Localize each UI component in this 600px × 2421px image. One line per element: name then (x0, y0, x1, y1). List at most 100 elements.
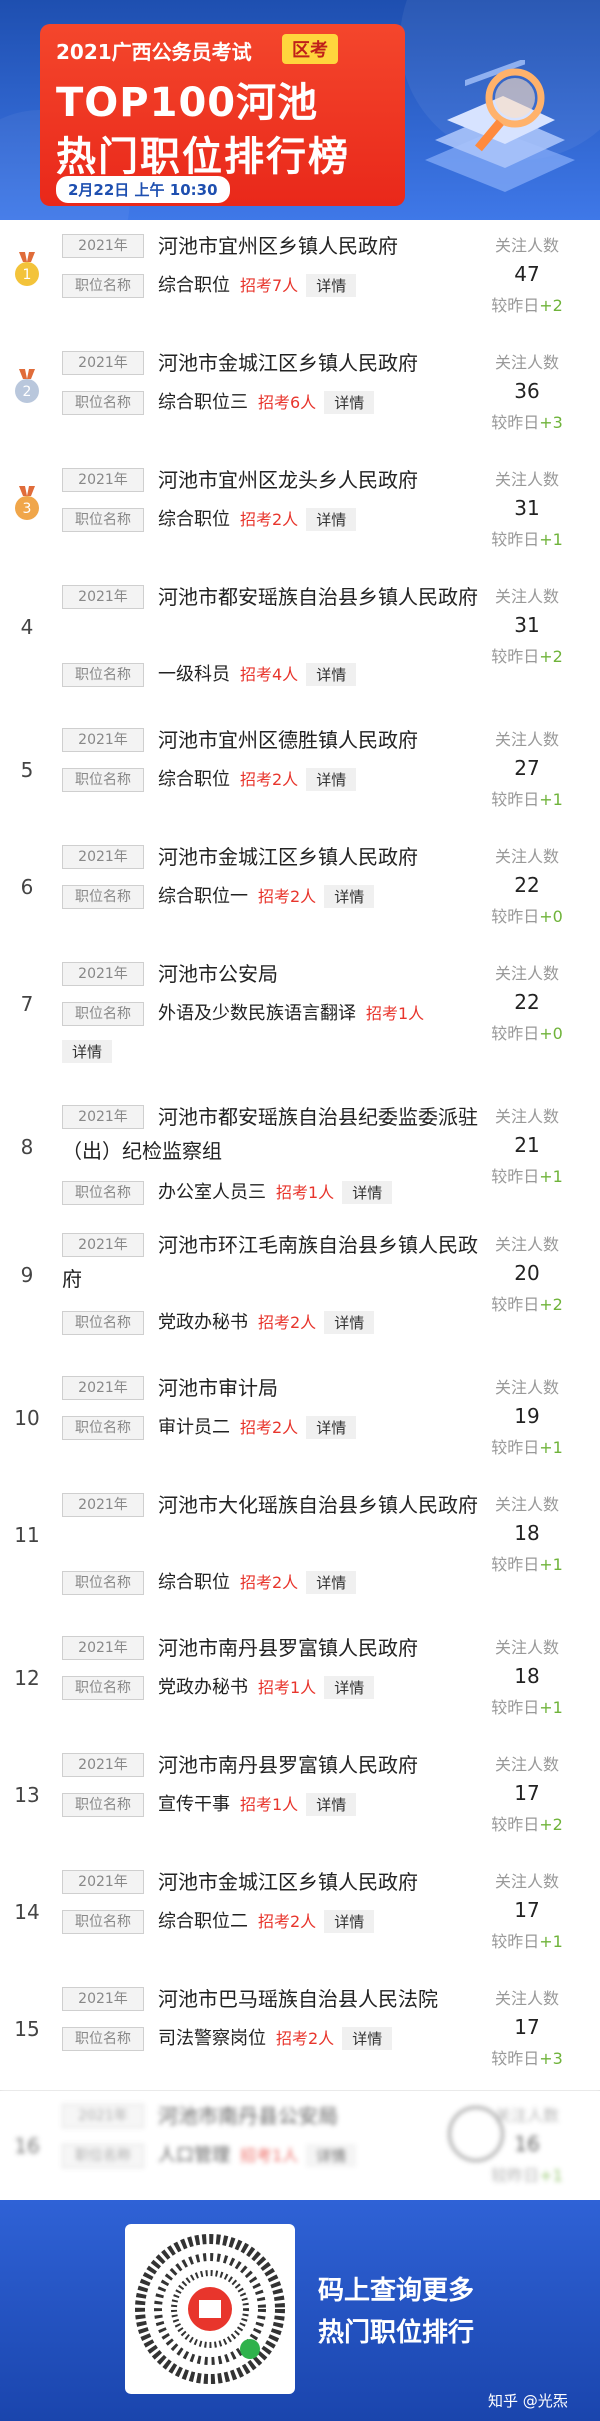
detail-button[interactable]: 详情 (342, 1181, 393, 1204)
follower-count: 18 (514, 1521, 540, 1545)
rank-number: 2 (23, 384, 32, 400)
position-label: 职位名称 (62, 1181, 144, 1205)
year-badge: 2021年 (62, 728, 144, 752)
detail-button: 详情 (306, 2144, 357, 2167)
daily-change: 较昨日+1 (491, 2166, 563, 2185)
ranking-row-10[interactable]: 10 2021年 河池市审计局 职位名称 审计员二 招考2人 详情 关注人数 19 … (0, 1362, 600, 1480)
organization-name: 河池市金城江区乡镇人民政府 (158, 1870, 418, 1894)
detail-button[interactable]: 详情 (306, 274, 357, 297)
zhihu-watermark: 知乎 @光炁 (488, 2392, 568, 2410)
ranking-row-16-blurred: 16 2021年 河池市南丹县公安局 职位名称 人口管理 招考1人 详情 关注人数 … (0, 2090, 600, 2200)
followers-label: 关注人数 (494, 730, 559, 749)
position-label: 职位名称 (62, 2144, 144, 2168)
recruit-count: 招考4人 (240, 665, 299, 684)
position-label: 职位名称 (62, 1002, 144, 1026)
recruit-count: 招考2人 (240, 1573, 299, 1592)
region-tag: 区考 (282, 34, 338, 64)
rank-number: 11 (14, 1523, 40, 1547)
detail-button[interactable]: 详情 (306, 508, 357, 531)
daily-change: 较昨日+0 (491, 1024, 563, 1043)
organization-name: 河池市环江毛南族自治县乡镇人民政府 (62, 1233, 478, 1291)
followers-label: 关注人数 (494, 2106, 559, 2125)
detail-button[interactable]: 详情 (306, 1416, 357, 1439)
daily-change: 较昨日+1 (491, 1555, 563, 1574)
ranking-row-2[interactable]: 2 2021年 河池市金城江区乡镇人民政府 职位名称 综合职位三 招考6人 详情 关… (0, 337, 600, 455)
ranking-row-5[interactable]: 5 2021年 河池市宜州区德胜镇人民政府 职位名称 综合职位 招考2人 详情 关注… (0, 714, 600, 832)
position-label: 职位名称 (62, 1793, 144, 1817)
followers-label: 关注人数 (494, 587, 559, 606)
position-line: 综合职位三 招考6人 详情 (158, 388, 375, 414)
follower-count: 17 (514, 1781, 540, 1805)
detail-button[interactable]: 详情 (306, 1793, 357, 1816)
detail-button[interactable]: 详情 (342, 2027, 393, 2050)
organization-name: 河池市宜州区德胜镇人民政府 (158, 728, 418, 752)
ranking-row-14[interactable]: 14 2021年 河池市金城江区乡镇人民政府 职位名称 综合职位二 招考2人 详情 … (0, 1856, 600, 1974)
ranking-row-3[interactable]: 3 2021年 河池市宜州区龙头乡人民政府 职位名称 综合职位 招考2人 详情 关注… (0, 454, 600, 572)
title-card: 2021广西公务员考试 区考 TOP100河池 热门职位排行榜 2月22日 上午… (40, 24, 405, 206)
followers-label: 关注人数 (494, 1755, 559, 1774)
detail-button[interactable]: 详情 (324, 885, 375, 908)
ranking-row-6[interactable]: 6 2021年 河池市金城江区乡镇人民政府 职位名称 综合职位一 招考2人 详情 关… (0, 831, 600, 949)
detail-button[interactable]: 详情 (306, 663, 357, 686)
detail-button[interactable]: 详情 (324, 1910, 375, 1933)
ranking-row-8[interactable]: 8 2021年 河池市都安瑶族自治县纪委监委派驻（出）纪检监察组 职位名称 办公… (0, 1091, 600, 1220)
daily-change: 较昨日+1 (491, 1698, 563, 1717)
daily-change: 较昨日+3 (491, 2049, 563, 2068)
detail-button[interactable]: 详情 (62, 1040, 113, 1063)
position-label: 职位名称 (62, 2027, 144, 2051)
position-name: 审计员二 (158, 1417, 230, 1438)
position-line: 宣传干事 招考1人 详情 (158, 1790, 357, 1816)
ranking-row-13[interactable]: 13 2021年 河池市南丹县罗富镇人民政府 职位名称 宣传干事 招考1人 详情 关… (0, 1739, 600, 1857)
followers-label: 关注人数 (494, 1638, 559, 1657)
footer-banner: 码上查询更多 热门职位排行 知乎 @光炁 (0, 2200, 600, 2421)
organization-name: 河池市公安局 (158, 962, 278, 986)
rank-number: 6 (20, 875, 34, 899)
position-line: 综合职位 招考2人 详情 (158, 1568, 357, 1594)
ranking-row-9[interactable]: 9 2021年 河池市环江毛南族自治县乡镇人民政府 职位名称 党政办秘书 招考2人… (0, 1219, 600, 1363)
position-name: 党政办秘书 (158, 1677, 248, 1698)
rank-number: 7 (20, 992, 34, 1016)
follower-count: 18 (514, 1664, 540, 1688)
ranking-row-1[interactable]: 1 2021年 河池市宜州区乡镇人民政府 职位名称 综合职位 招考7人 详情 关注人… (0, 220, 600, 338)
ranking-row-11[interactable]: 11 2021年 河池市大化瑶族自治县乡镇人民政府 职位名称 综合职位 招考2人详… (0, 1479, 600, 1623)
position-name: 办公室人员三 (158, 1182, 266, 1203)
ranking-title-line2: 热门职位排行榜 (56, 134, 350, 180)
ranking-row-4[interactable]: 4 2021年 河池市都安瑶族自治县乡镇人民政府 职位名称 一级科员 招考4人 详情… (0, 571, 600, 715)
follower-stats: 关注人数 36 较昨日+3 (472, 349, 582, 433)
follower-count: 31 (514, 496, 540, 520)
qr-code[interactable] (125, 2224, 295, 2394)
ranking-row-12[interactable]: 12 2021年 河池市南丹县罗富镇人民政府 职位名称 党政办秘书 招考1人 详情 … (0, 1622, 600, 1740)
position-line: 党政办秘书 招考1人 详情 (158, 1673, 375, 1699)
detail-button[interactable]: 详情 (306, 768, 357, 791)
follower-stats: 关注人数 18 较昨日+1 (472, 1491, 582, 1575)
detail-button[interactable]: 详情 (324, 1311, 375, 1334)
daily-change: 较昨日+1 (491, 790, 563, 809)
position-line: 司法警察岗位 招考2人 详情 (158, 2024, 393, 2050)
rank-number: 5 (20, 758, 34, 782)
organization-name: 河池市南丹县罗富镇人民政府 (158, 1753, 418, 1777)
follower-count: 22 (514, 873, 540, 897)
position-label: 职位名称 (62, 1910, 144, 1934)
followers-label: 关注人数 (494, 1107, 559, 1126)
organization-name: 河池市审计局 (158, 1376, 278, 1400)
daily-change: 较昨日+2 (491, 647, 563, 666)
followers-label: 关注人数 (494, 1989, 559, 2008)
position-label: 职位名称 (62, 391, 144, 415)
follower-stats: 关注人数 17 较昨日+3 (472, 1985, 582, 2069)
year-badge: 2021年 (62, 468, 144, 492)
ranking-row-7[interactable]: 7 2021年 河池市公安局 职位名称 外语及少数民族语言翻译 招考1人 详情 关… (0, 948, 600, 1092)
follower-count: 22 (514, 990, 540, 1014)
recruit-count: 招考2人 (276, 2029, 335, 2048)
detail-button[interactable]: 详情 (324, 1676, 375, 1699)
bronze-medal-icon: 3 (15, 486, 39, 520)
follower-stats: 关注人数 31 较昨日+1 (472, 466, 582, 550)
organization-name: 河池市都安瑶族自治县乡镇人民政府 (158, 585, 478, 609)
position-label: 职位名称 (62, 1311, 144, 1335)
detail-button[interactable]: 详情 (324, 391, 375, 414)
rank-number: 14 (14, 1900, 40, 1924)
position-line: 审计员二 招考2人 详情 (158, 1413, 357, 1439)
followers-label: 关注人数 (494, 847, 559, 866)
ranking-row-15[interactable]: 15 2021年 河池市巴马瑶族自治县人民法院 职位名称 司法警察岗位 招考2人详… (0, 1973, 600, 2091)
detail-button[interactable]: 详情 (306, 1571, 357, 1594)
position-name: 综合职位 (158, 509, 230, 530)
